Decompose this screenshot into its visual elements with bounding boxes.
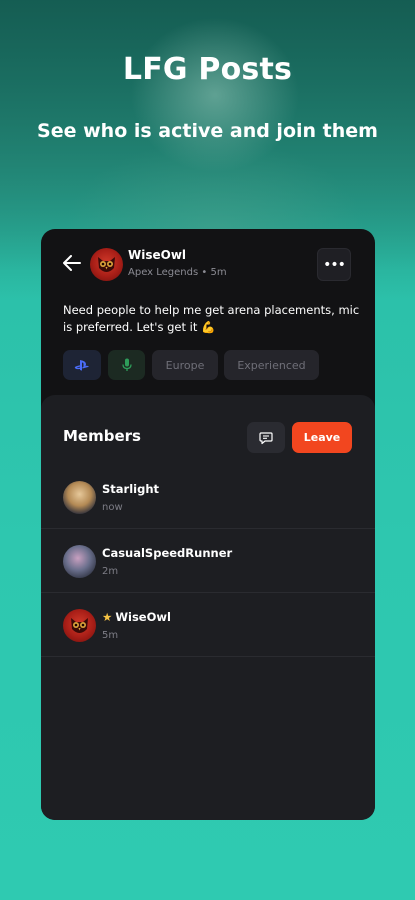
member-name-wrapper: ★ WiseOwl bbox=[102, 610, 171, 624]
members-title: Members bbox=[63, 427, 141, 445]
chat-button[interactable] bbox=[247, 422, 285, 453]
member-avatar bbox=[63, 481, 96, 514]
playstation-icon bbox=[74, 360, 89, 371]
member-time: now bbox=[102, 502, 123, 513]
member-row[interactable]: ★ WiseOwl 5m bbox=[41, 593, 375, 657]
owl-avatar[interactable] bbox=[90, 248, 123, 281]
member-time: 5m bbox=[102, 630, 119, 641]
member-name: CasualSpeedRunner bbox=[102, 546, 233, 560]
leave-button[interactable]: Leave bbox=[292, 422, 352, 453]
member-avatar bbox=[63, 545, 96, 578]
platform-tag bbox=[63, 350, 101, 380]
owl-icon bbox=[71, 618, 88, 633]
member-time: 2m bbox=[102, 566, 119, 577]
more-options-button[interactable]: ••• bbox=[317, 248, 351, 281]
skill-tag: Experienced bbox=[224, 350, 319, 380]
region-tag: Europe bbox=[152, 350, 218, 380]
lfg-post-card: WiseOwl Apex Legends • 5m ••• Need peopl… bbox=[41, 229, 375, 820]
microphone-icon bbox=[121, 358, 132, 371]
post-username[interactable]: WiseOwl bbox=[128, 248, 186, 262]
hero-title: LFG Posts bbox=[122, 52, 293, 87]
post-header: WiseOwl Apex Legends • 5m ••• bbox=[41, 229, 375, 289]
owl-icon bbox=[98, 257, 115, 272]
members-panel: Members Leave Starlight now CasualSpeedR… bbox=[41, 395, 375, 820]
hero-subtitle: See who is active and join them bbox=[37, 120, 378, 142]
member-row[interactable]: CasualSpeedRunner 2m bbox=[41, 529, 375, 593]
member-name: Starlight bbox=[102, 482, 160, 496]
more-dots-icon: ••• bbox=[323, 256, 346, 273]
post-body-text: Need people to help me get arena placeme… bbox=[63, 303, 360, 334]
back-arrow-icon[interactable] bbox=[63, 255, 81, 271]
star-icon: ★ bbox=[102, 610, 113, 624]
member-name: WiseOwl bbox=[115, 610, 171, 624]
owl-avatar bbox=[63, 609, 96, 642]
chat-icon bbox=[259, 431, 273, 444]
post-meta: Apex Legends • 5m bbox=[128, 267, 227, 278]
member-row[interactable]: Starlight now bbox=[41, 465, 375, 529]
mic-tag bbox=[108, 350, 145, 380]
